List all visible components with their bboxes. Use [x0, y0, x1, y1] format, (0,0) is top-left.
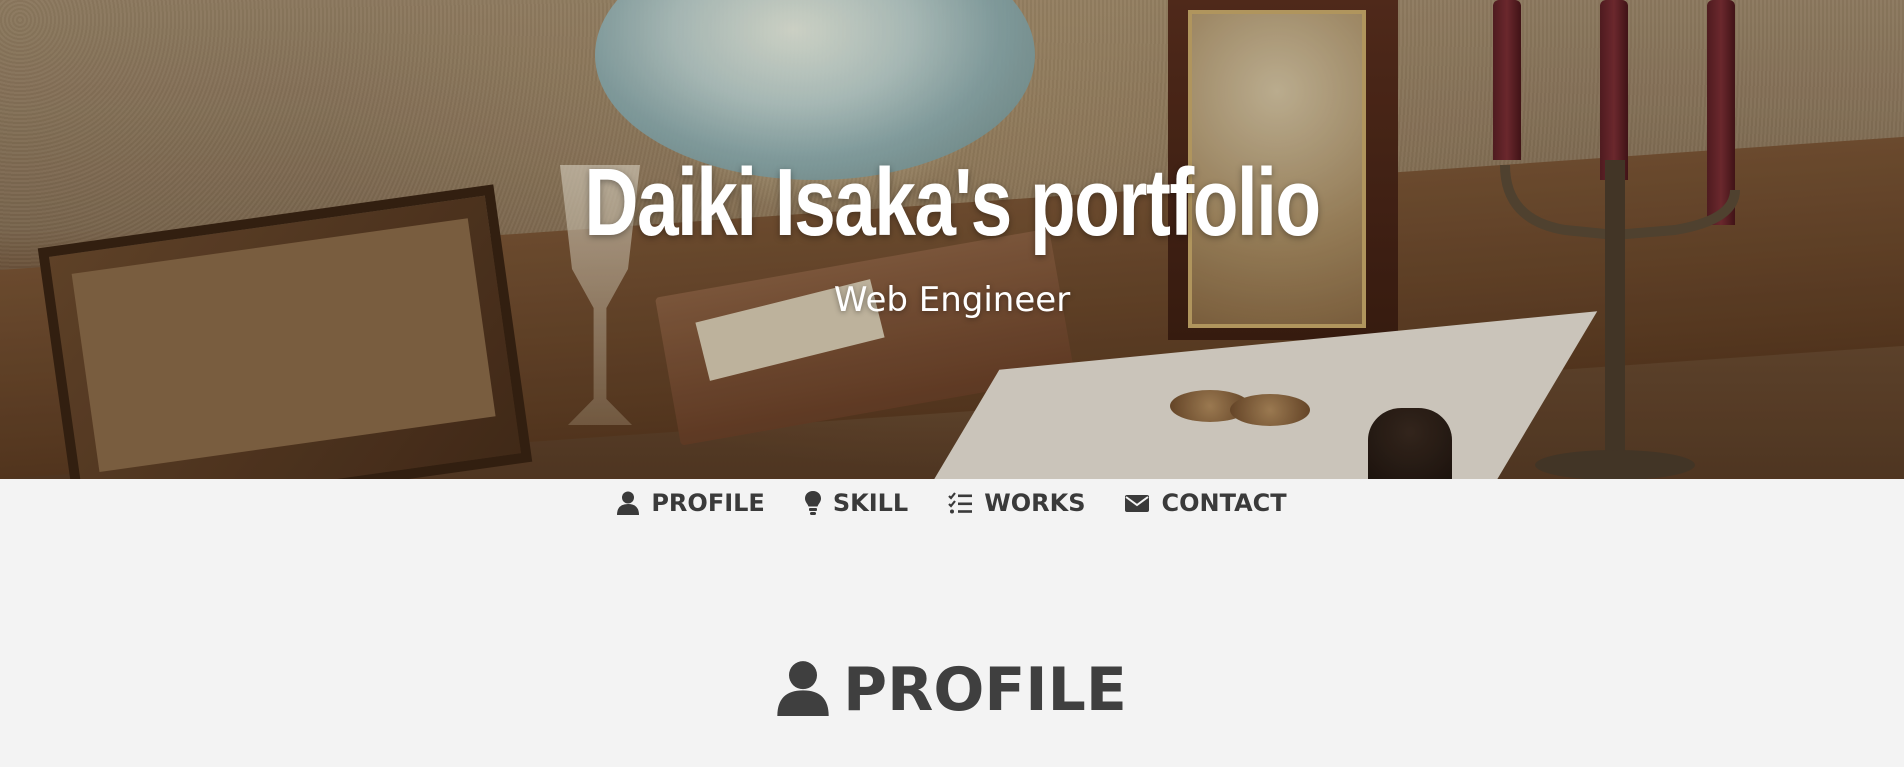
hero-banner: Daiki Isaka's portfolio Web Engineer: [0, 0, 1904, 479]
nav-item-label: PROFILE: [651, 489, 765, 517]
main-nav: PROFILE SKILL WORKS CONTACT: [0, 479, 1904, 527]
lightbulb-icon: [804, 491, 821, 515]
nav-item-label: WORKS: [984, 489, 1086, 517]
checklist-icon: [948, 492, 973, 514]
envelope-icon: [1125, 493, 1150, 513]
nav-item-works[interactable]: WORKS: [948, 489, 1085, 517]
user-icon: [617, 491, 640, 515]
nav-item-label: SKILL: [832, 489, 909, 517]
nav-item-skill[interactable]: SKILL: [804, 489, 909, 517]
hero-subtitle: Web Engineer: [833, 280, 1071, 320]
hero-title: Daiki Isaka's portfolio: [584, 149, 1321, 256]
section-title: PROFILE: [843, 655, 1127, 725]
nav-item-contact[interactable]: CONTACT: [1125, 489, 1287, 517]
nav-item-profile[interactable]: PROFILE: [617, 489, 765, 517]
section-heading-profile: PROFILE: [0, 650, 1904, 730]
nav-item-label: CONTACT: [1161, 489, 1287, 517]
user-icon: [777, 660, 829, 720]
